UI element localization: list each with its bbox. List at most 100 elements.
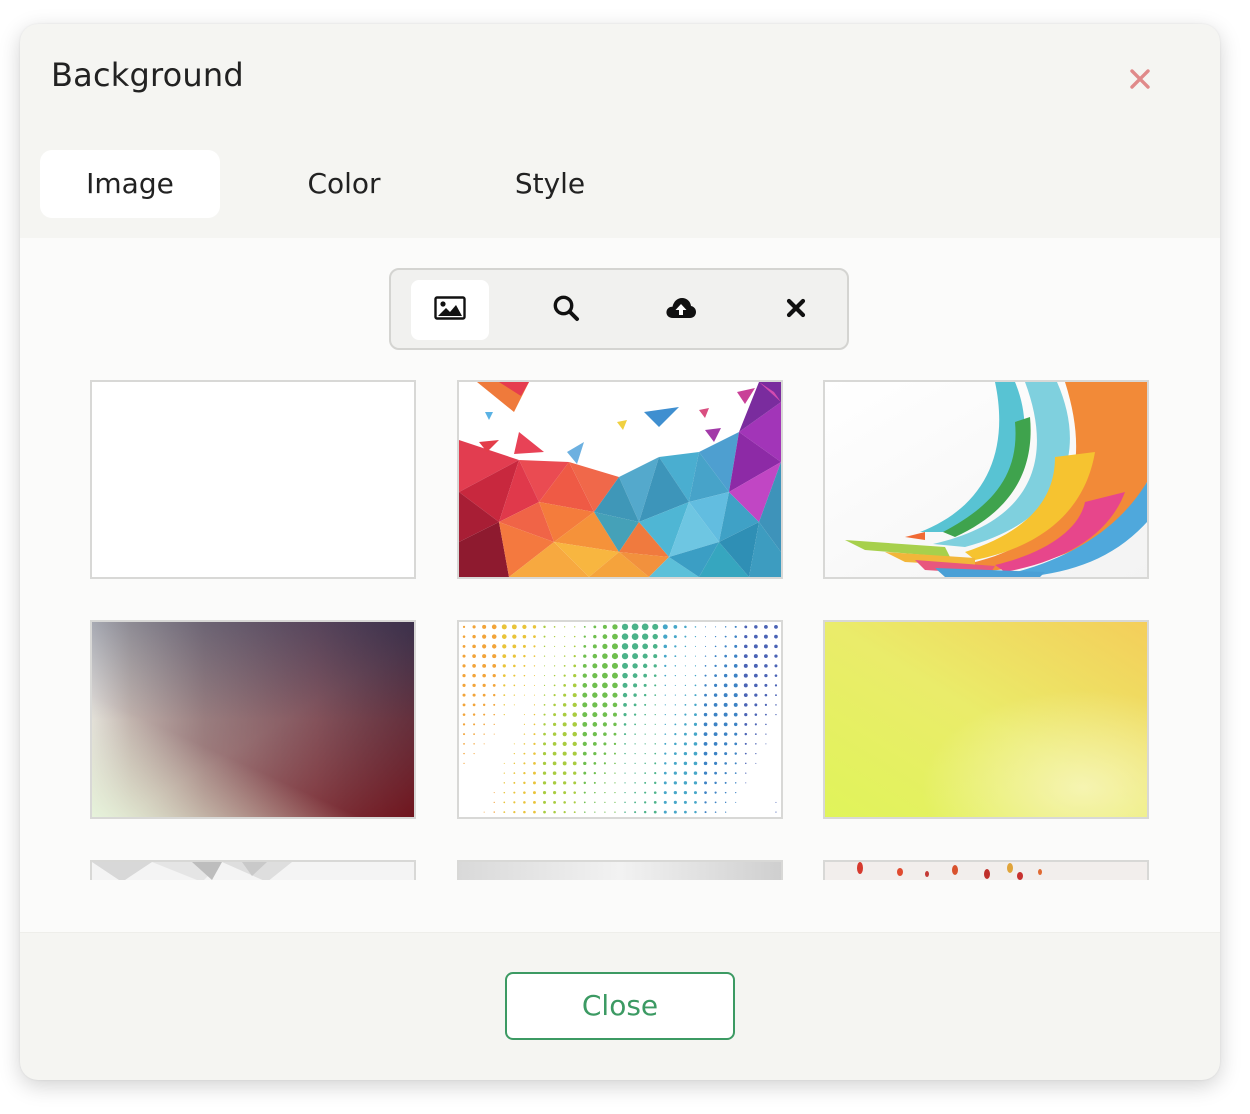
halftone-dot bbox=[673, 800, 677, 804]
thumbnail-maroon-gradient[interactable] bbox=[90, 620, 416, 819]
halftone-dot bbox=[653, 654, 658, 659]
halftone-dot bbox=[653, 664, 657, 668]
halftone-dot bbox=[573, 645, 576, 648]
halftone-dot bbox=[674, 675, 676, 677]
halftone-dot bbox=[763, 634, 768, 639]
halftone-dot bbox=[774, 644, 778, 649]
halftone-dot bbox=[512, 644, 517, 649]
halftone-dot bbox=[715, 626, 717, 628]
halftone-dot bbox=[643, 810, 647, 814]
halftone-dot bbox=[664, 694, 666, 696]
halftone-dot bbox=[522, 644, 526, 648]
halftone-dot bbox=[621, 623, 629, 631]
thumbnail-blank[interactable] bbox=[90, 380, 416, 579]
thumbnail-confetti[interactable] bbox=[823, 860, 1149, 880]
halftone-dot bbox=[483, 743, 485, 745]
halftone-dot bbox=[663, 810, 667, 814]
halftone-dot bbox=[583, 625, 586, 628]
tab-image[interactable]: Image bbox=[40, 150, 220, 218]
halftone-dot bbox=[544, 665, 546, 667]
halftone-dot bbox=[684, 645, 687, 648]
halftone-dot bbox=[472, 673, 476, 678]
halftone-dot bbox=[754, 713, 758, 716]
close-button[interactable]: Close bbox=[505, 972, 735, 1040]
halftone-dot bbox=[673, 771, 677, 775]
halftone-dot bbox=[553, 684, 556, 687]
halftone-dot bbox=[735, 782, 737, 784]
halftone-dot bbox=[523, 733, 526, 735]
halftone-dot bbox=[703, 771, 708, 775]
halftone-dot bbox=[624, 762, 626, 765]
halftone-dot bbox=[533, 684, 535, 686]
halftone-dot bbox=[723, 693, 728, 698]
remove-image-button[interactable] bbox=[757, 280, 835, 340]
halftone-dot bbox=[683, 751, 688, 756]
halftone-dot bbox=[713, 742, 718, 746]
halftone-dot bbox=[602, 722, 607, 727]
halftone-dot bbox=[652, 623, 659, 630]
halftone-dot bbox=[622, 662, 629, 669]
halftone-dot bbox=[704, 791, 707, 794]
thumbnail-grid[interactable] bbox=[90, 380, 1152, 880]
thumbnail-swoosh[interactable] bbox=[823, 380, 1149, 579]
search-button[interactable] bbox=[527, 280, 605, 340]
halftone-dot bbox=[684, 675, 686, 677]
thumbnail-silver-geometric[interactable] bbox=[90, 860, 416, 880]
close-icon[interactable] bbox=[1125, 64, 1155, 94]
halftone-dot bbox=[774, 664, 778, 668]
halftone-dot bbox=[654, 723, 656, 725]
thumbnail-silver-gradient[interactable] bbox=[457, 860, 783, 880]
halftone-dot bbox=[734, 625, 737, 628]
halftone-dot bbox=[482, 703, 486, 707]
halftone-dot bbox=[553, 791, 557, 795]
halftone-dot bbox=[493, 733, 495, 735]
halftone-dot bbox=[592, 712, 598, 718]
thumbnail-halftone-dots[interactable] bbox=[457, 620, 783, 819]
halftone-dot bbox=[614, 752, 616, 755]
halftone-dot bbox=[503, 782, 505, 784]
halftone-dot bbox=[683, 771, 688, 775]
halftone-dot bbox=[554, 645, 556, 647]
halftone-dot bbox=[513, 752, 515, 755]
halftone-dot bbox=[734, 762, 737, 765]
halftone-dot bbox=[583, 801, 586, 804]
halftone-dot bbox=[503, 811, 506, 814]
halftone-dot bbox=[693, 732, 698, 736]
halftone-dot bbox=[592, 673, 598, 679]
upload-button[interactable] bbox=[642, 280, 720, 340]
halftone-dot bbox=[673, 761, 677, 765]
image-library-button[interactable] bbox=[411, 280, 489, 340]
halftone-dot bbox=[463, 743, 465, 745]
halftone-dot bbox=[482, 663, 487, 668]
halftone-dot bbox=[512, 654, 516, 658]
halftone-dot bbox=[723, 673, 728, 678]
halftone-dot bbox=[552, 761, 557, 766]
halftone-dot bbox=[533, 771, 536, 775]
halftone-dot bbox=[632, 653, 639, 660]
tab-color[interactable]: Color bbox=[274, 150, 414, 218]
halftone-dot bbox=[483, 713, 486, 716]
halftone-dot bbox=[542, 752, 547, 756]
halftone-dot bbox=[562, 712, 567, 717]
thumbnail-low-poly[interactable] bbox=[457, 380, 783, 579]
halftone-dot bbox=[743, 683, 748, 688]
halftone-dot bbox=[573, 771, 577, 775]
halftone-dot bbox=[724, 791, 727, 794]
halftone-dot bbox=[592, 682, 598, 689]
halftone-dot bbox=[713, 703, 718, 707]
thumbnail-yellow-gradient[interactable] bbox=[823, 620, 1149, 819]
halftone-dot bbox=[733, 683, 738, 688]
halftone-dot bbox=[714, 645, 717, 648]
halftone-dot bbox=[502, 664, 506, 668]
halftone-dot bbox=[522, 624, 527, 630]
halftone-dot bbox=[724, 626, 727, 628]
halftone-dot bbox=[775, 694, 777, 697]
halftone-dot bbox=[552, 732, 557, 736]
halftone-dot bbox=[503, 704, 506, 706]
halftone-dot bbox=[553, 674, 556, 677]
tab-style[interactable]: Style bbox=[490, 150, 610, 218]
halftone-dot bbox=[714, 761, 718, 765]
halftone-dot bbox=[654, 694, 657, 696]
halftone-dot bbox=[694, 655, 696, 657]
halftone-dot bbox=[743, 673, 748, 678]
